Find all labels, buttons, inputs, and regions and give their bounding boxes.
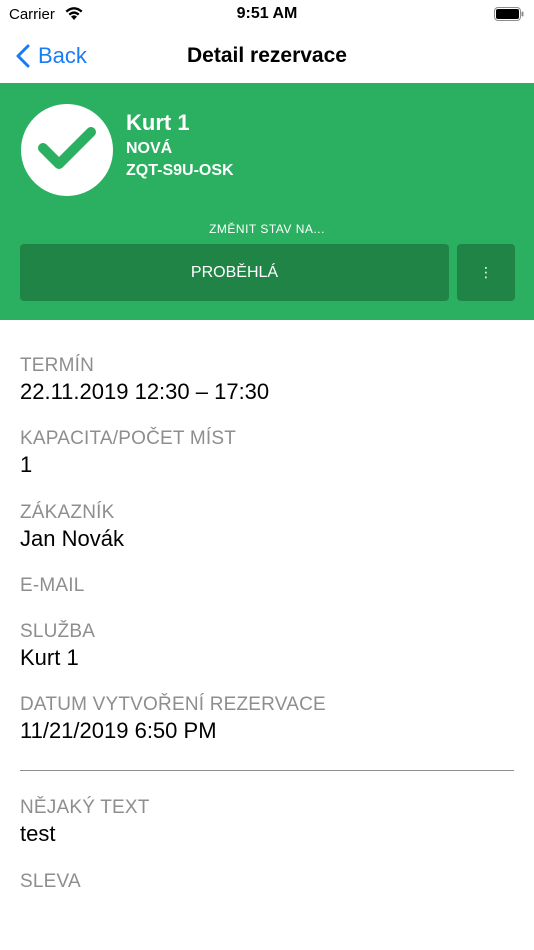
custom-text-label: NĚJAKÝ TEXT (20, 797, 150, 818)
created-label: DATUM VYTVOŘENÍ REZERVACE (20, 694, 326, 715)
detail-email: E-MAIL (20, 575, 514, 621)
customer-value: Jan Novák (20, 526, 124, 551)
service-label: SLUŽBA (20, 621, 96, 642)
checkmark-icon (38, 127, 96, 169)
reservation-info: Kurt 1 NOVÁ ZQT-S9U-OSK (126, 110, 234, 182)
change-state-label: ZMĚNIT STAV NA... (209, 222, 325, 236)
customer-label: ZÁKAZNÍK (20, 502, 115, 523)
mark-completed-button[interactable]: PROBĚHLÁ (20, 244, 449, 301)
detail-custom-text: NĚJAKÝ TEXT test (20, 797, 514, 871)
detail-capacity: KAPACITA/POČET MÍST 1 (20, 428, 514, 502)
reservation-details: TERMÍN 22.11.2019 12:30 – 17:30 KAPACITA… (20, 355, 514, 893)
detail-created: DATUM VYTVOŘENÍ REZERVACE 11/21/2019 6:5… (20, 694, 514, 797)
service-value: Kurt 1 (20, 645, 79, 670)
created-value: 11/21/2019 6:50 PM (20, 718, 217, 743)
reservation-code: ZQT-S9U-OSK (126, 162, 234, 179)
section-divider (20, 770, 514, 771)
clock-label: 9:51 AM (236, 5, 298, 22)
term-label: TERMÍN (20, 355, 95, 376)
custom-text-value: test (20, 821, 56, 846)
detail-service: SLUŽBA Kurt 1 (20, 621, 514, 694)
status-badge (21, 104, 113, 196)
more-vertical-icon: ⋮ (479, 264, 493, 280)
navigation-bar: Back Detail rezervace (0, 30, 534, 82)
status-bar: Carrier 9:51 AM (0, 0, 534, 30)
court-name: Kurt 1 (126, 110, 190, 135)
more-options-button[interactable]: ⋮ (457, 244, 515, 301)
reservation-header: Kurt 1 NOVÁ ZQT-S9U-OSK ZMĚNIT STAV NA..… (0, 83, 534, 320)
detail-customer: ZÁKAZNÍK Jan Novák (20, 502, 514, 575)
capacity-label: KAPACITA/POČET MÍST (20, 428, 237, 449)
email-label: E-MAIL (20, 575, 85, 596)
battery-icon (494, 7, 524, 21)
detail-term: TERMÍN 22.11.2019 12:30 – 17:30 (20, 355, 514, 428)
discount-label: SLEVA (20, 871, 81, 892)
page-title: Detail rezervace (187, 44, 347, 67)
detail-discount: SLEVA (20, 871, 514, 893)
reservation-state: NOVÁ (126, 140, 173, 157)
capacity-value: 1 (20, 452, 33, 477)
term-value: 22.11.2019 12:30 – 17:30 (20, 379, 270, 404)
